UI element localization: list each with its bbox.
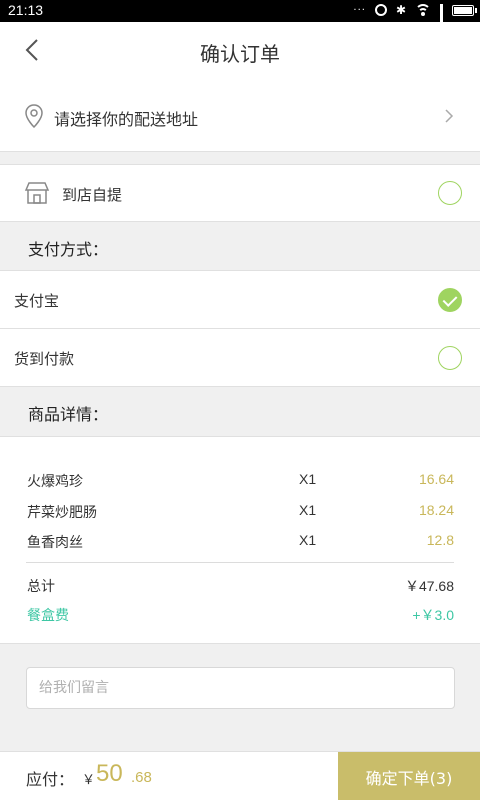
address-label: 请选择你的配送地址 — [54, 110, 199, 129]
goods-item-name: 火爆鸡珍 — [27, 474, 83, 490]
goods-item-price: 16.64 — [418, 471, 454, 487]
goods-item: 火爆鸡珍 X1 16.64 — [0, 467, 480, 493]
status-time: 21:13 — [8, 2, 44, 18]
goods-item-name: 鱼香肉丝 — [27, 535, 83, 551]
chevron-right-icon — [445, 109, 454, 123]
status-bar: 21:13 ··· ✱ — [0, 0, 480, 44]
store-pickup-option[interactable]: 到店自提 — [0, 164, 480, 222]
message-input[interactable] — [26, 667, 455, 709]
payment-section-title: 支付方式： — [28, 240, 109, 259]
goods-item-price: 12.8 — [426, 532, 454, 548]
signal-icon — [440, 4, 443, 44]
goods-item-qty: X1 — [299, 471, 317, 487]
goods-item-qty: X1 — [299, 502, 317, 518]
box-fee-value: +￥3.0 — [412, 607, 454, 623]
page-title: 确认订单 — [200, 42, 280, 66]
store-pickup-radio[interactable] — [438, 181, 462, 205]
payment-option-cod[interactable]: 货到付款 — [0, 328, 480, 387]
total-value: ￥47.68 — [404, 578, 454, 594]
location-pin-icon — [25, 104, 43, 128]
payment-option-alipay[interactable]: 支付宝 — [0, 270, 480, 328]
currency-symbol: ￥ — [82, 773, 96, 788]
wifi-icon — [415, 4, 431, 16]
amount-due-decimal: .68 — [131, 769, 152, 786]
status-icons: ··· ✱ — [353, 3, 477, 44]
bluetooth-icon: ✱ — [395, 3, 406, 17]
submit-order-button[interactable]: 确定下单(3) — [338, 752, 480, 800]
goods-item: 芹菜炒肥肠 X1 18.24 — [0, 498, 480, 524]
store-icon — [24, 182, 50, 204]
total-label: 总计 — [27, 579, 55, 595]
goods-section-title: 商品详情： — [28, 405, 109, 424]
amount-due-integer: 50 — [96, 760, 123, 787]
alipay-radio-checked[interactable] — [438, 288, 462, 312]
box-fee-label: 餐盒费 — [27, 608, 69, 624]
total-row: 总计 ￥47.68 — [0, 572, 480, 598]
box-fee-row: 餐盒费 +￥3.0 — [0, 601, 480, 627]
alarm-icon — [374, 4, 387, 16]
goods-item-name: 芹菜炒肥肠 — [27, 505, 97, 521]
amount-due-label: 应付： — [26, 770, 75, 789]
payment-option-label: 货到付款 — [14, 350, 75, 368]
payment-option-label: 支付宝 — [14, 292, 60, 310]
order-footer: 应付： ￥ 50 .68 确定下单(3) — [0, 751, 480, 800]
cod-radio[interactable] — [438, 346, 462, 370]
divider — [26, 562, 454, 563]
header: 确认订单 — [0, 22, 480, 80]
battery-icon — [452, 4, 477, 16]
goods-item-qty: X1 — [299, 532, 317, 548]
notification-dots-icon: ··· — [353, 4, 366, 16]
store-pickup-label: 到店自提 — [62, 186, 123, 204]
goods-item-price: 18.24 — [418, 502, 454, 518]
address-selector[interactable]: 请选择你的配送地址 — [0, 80, 480, 152]
goods-section-header: 商品详情： — [0, 387, 480, 435]
payment-section-header: 支付方式： — [0, 222, 480, 270]
goods-details: 火爆鸡珍 X1 16.64 芹菜炒肥肠 X1 18.24 鱼香肉丝 X1 12.… — [0, 436, 480, 644]
goods-item: 鱼香肉丝 X1 12.8 — [0, 528, 480, 554]
